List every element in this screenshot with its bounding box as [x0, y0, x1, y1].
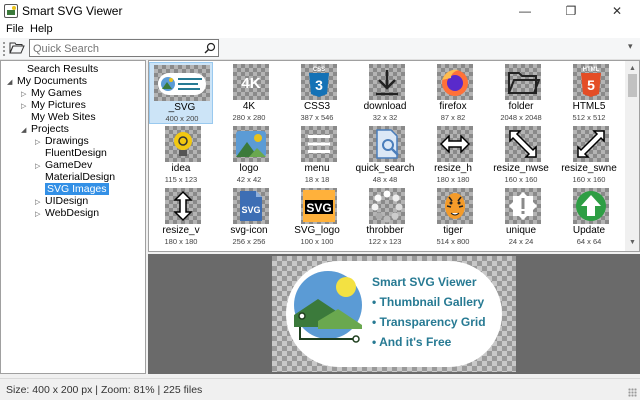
menu-file[interactable]: File: [6, 23, 24, 35]
menu-help[interactable]: Help: [30, 23, 53, 35]
status-text: Size: 400 x 200 px | Zoom: 81% | 225 fil…: [6, 384, 203, 396]
thumbnail-throbber[interactable]: throbber 122 x 123: [353, 186, 417, 248]
tree-item-drawings[interactable]: ▷ Drawings: [35, 135, 89, 147]
preview-line: • Thumbnail Gallery: [372, 295, 485, 309]
thumbnail-unique[interactable]: unique 24 x 24: [489, 186, 553, 248]
tree-item-gamedev[interactable]: ▷ GameDev: [35, 159, 92, 171]
tree-item-webdesign[interactable]: ▷ WebDesign: [35, 207, 99, 219]
thumbnail-logo[interactable]: logo 42 x 42: [217, 124, 281, 186]
preview-line: • And it's Free: [372, 335, 452, 349]
svg-file-icon: SVG: [240, 191, 262, 221]
svg-text:4K: 4K: [241, 75, 260, 92]
update-icon: [576, 191, 606, 221]
svg-text:5: 5: [587, 77, 595, 93]
tree-item-my-games[interactable]: ▷ My Games: [21, 87, 82, 99]
thumbnail-html5[interactable]: HTML 5 HTML5 512 x 512: [557, 62, 621, 124]
thumbnail-menu[interactable]: menu 18 x 18: [285, 124, 349, 186]
toolbar: ▾: [0, 38, 640, 60]
document-search-icon: [376, 129, 399, 159]
thumbnail-resize-swne[interactable]: resize_swne 160 x 160: [557, 124, 621, 186]
preview-title: Smart SVG Viewer: [372, 275, 477, 289]
resize-swne-icon: [577, 130, 605, 158]
preview-line: • Transparency Grid: [372, 315, 486, 329]
tiger-icon: [445, 193, 465, 219]
scroll-up-icon[interactable]: ▲: [629, 65, 636, 72]
thumbnail-folder[interactable]: folder 2048 x 2048: [489, 62, 553, 124]
resize-vertical-icon: [173, 190, 193, 222]
svg-text:CSS: CSS: [313, 67, 325, 73]
scroll-down-icon[interactable]: ▼: [629, 239, 636, 246]
thumbnail-quick-search[interactable]: quick_search 48 x 48: [353, 124, 417, 186]
search-box: [29, 39, 219, 57]
open-folder-icon[interactable]: [9, 41, 25, 55]
toolbar-overflow-icon[interactable]: ▾: [628, 41, 633, 52]
tree-item-my-web-sites[interactable]: My Web Sites: [21, 111, 96, 123]
resize-grip-icon[interactable]: [628, 388, 637, 397]
close-button[interactable]: ✕: [594, 0, 640, 22]
thumbnail-resize-nwse[interactable]: resize_nwse 160 x 160: [489, 124, 553, 186]
thumbnail-svg-logo[interactable]: SVG SVG_logo 100 x 100: [285, 186, 349, 248]
folder-tree[interactable]: Search Results ◢ My Documents ▷ My Games ▷…: [0, 60, 146, 374]
toolbar-grip[interactable]: [3, 42, 5, 56]
thumbnail-firefox[interactable]: firefox 87 x 82: [421, 62, 485, 124]
thumbnail-download[interactable]: download 32 x 32: [353, 62, 417, 124]
landscape-logo-icon: [294, 271, 362, 343]
thumbnail-4k[interactable]: 4K 4K 280 x 280: [217, 62, 281, 124]
download-icon: [376, 70, 398, 96]
4k-icon: 4K: [241, 75, 260, 92]
tree-item-search-results[interactable]: Search Results: [17, 63, 98, 75]
resize-nwse-icon: [509, 130, 537, 158]
preview-image: Smart SVG Viewer • Thumbnail Gallery • T…: [286, 261, 502, 367]
menu-bar: File Help: [0, 22, 640, 38]
thumbnail-gallery[interactable]: _SVG 400 x 200 4K 4K 280 x 280 CSS 3 CSS…: [148, 60, 640, 252]
throbber-icon: [371, 190, 403, 223]
lightbulb-icon: [174, 132, 192, 156]
gallery-scrollbar[interactable]: ▲ ▼: [625, 61, 639, 251]
tree-item-my-documents[interactable]: ◢ My Documents: [7, 75, 87, 87]
expand-arrow-icon[interactable]: ◢: [7, 77, 17, 89]
logo-icon: [236, 131, 266, 157]
thumbnail-resize-h[interactable]: resize_h 180 x 180: [421, 124, 485, 186]
thumbnail-tiger[interactable]: tiger 514 x 800: [421, 186, 485, 248]
preview-pane: Smart SVG Viewer • Thumbnail Gallery • T…: [148, 254, 640, 374]
collapse-arrow-icon[interactable]: ▷: [35, 209, 45, 221]
badge-icon: [158, 73, 206, 95]
menu-icon: [308, 135, 330, 153]
search-input[interactable]: [33, 42, 198, 55]
svg-text:SVG: SVG: [241, 205, 260, 215]
tree-item-my-pictures[interactable]: ▷ My Pictures: [21, 99, 86, 111]
minimize-button[interactable]: —: [502, 0, 548, 22]
expand-arrow-icon[interactable]: ◢: [21, 125, 31, 137]
tree-item-projects[interactable]: ◢ Projects: [21, 123, 69, 135]
resize-horizontal-icon: [439, 134, 471, 154]
unique-icon: [509, 192, 537, 220]
scrollbar-thumb[interactable]: [628, 74, 637, 97]
tree-item-fluentdesign[interactable]: FluentDesign: [35, 147, 107, 159]
tree-item-svg-images[interactable]: SVG Images: [35, 183, 109, 195]
tree-item-materialdesign[interactable]: MaterialDesign: [35, 171, 115, 183]
search-icon[interactable]: [204, 42, 216, 54]
thumbnail-idea[interactable]: idea 115 x 123: [149, 124, 213, 186]
maximize-button[interactable]: ❐: [548, 0, 594, 22]
thumbnail-update[interactable]: Update 64 x 64: [557, 186, 621, 248]
thumbnail-svg[interactable]: _SVG 400 x 200: [149, 62, 213, 124]
thumbnail-resize-v[interactable]: resize_v 180 x 180: [149, 186, 213, 248]
transparency-grid: Smart SVG Viewer • Thumbnail Gallery • T…: [272, 256, 516, 372]
svg-logo-icon: SVG: [303, 190, 335, 222]
title-bar: Smart SVG Viewer — ❐ ✕: [0, 0, 640, 22]
css3-icon: CSS 3: [309, 67, 329, 97]
svg-text:3: 3: [315, 77, 323, 93]
status-bar: Size: 400 x 200 px | Zoom: 81% | 225 fil…: [0, 378, 640, 400]
html5-icon: HTML 5: [581, 67, 601, 97]
firefox-icon: [442, 69, 468, 96]
window-title: Smart SVG Viewer: [22, 4, 123, 18]
svg-text:HTML: HTML: [583, 67, 600, 73]
app-icon: [4, 4, 18, 18]
thumbnail-svg-icon[interactable]: SVG svg-icon 256 x 256: [217, 186, 281, 248]
folder-icon: [507, 72, 541, 94]
tree-item-uidesign[interactable]: ▷ UIDesign: [35, 195, 88, 207]
svg-text:SVG: SVG: [306, 201, 331, 215]
thumbnail-css3[interactable]: CSS 3 CSS3 387 x 546: [285, 62, 349, 124]
